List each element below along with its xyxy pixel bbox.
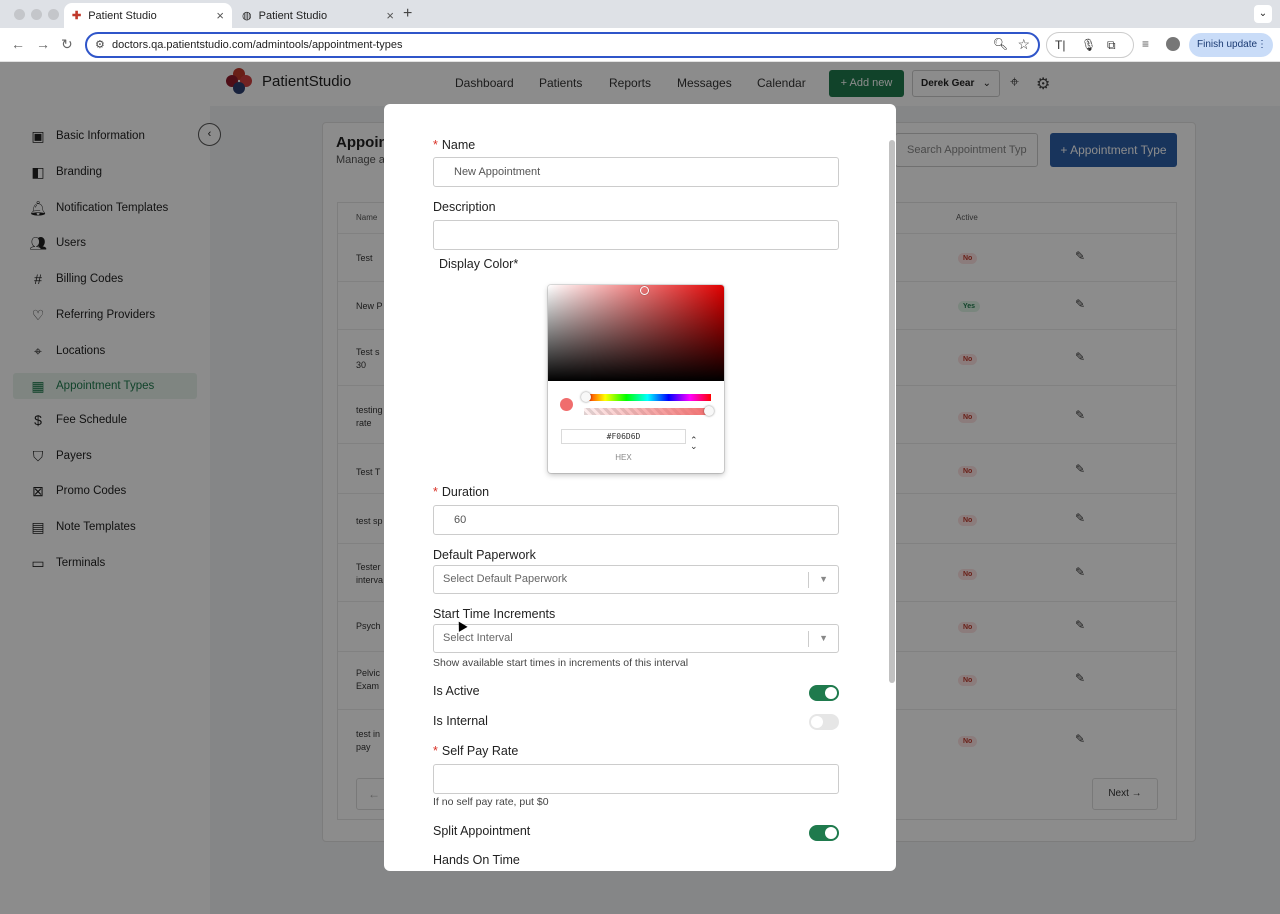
text-tool-icon[interactable]: T| — [1055, 38, 1065, 52]
hue-handle[interactable] — [581, 392, 591, 402]
start-time-increments-label: Start Time Increments — [433, 607, 556, 621]
browser-toolbar: ← → ↻ ⚙ doctors.qa.patientstudio.com/adm… — [0, 28, 1280, 62]
split-appointment-label: Split Appointment — [433, 824, 531, 838]
kebab-menu-icon[interactable]: ⋮ — [1257, 33, 1267, 57]
required-asterisk: * — [433, 485, 438, 499]
address-bar[interactable]: ⚙ doctors.qa.patientstudio.com/admintool… — [85, 32, 1040, 58]
dropdown-arrow-icon: ▼ — [819, 574, 828, 584]
window-close-button[interactable] — [14, 9, 25, 20]
toggle-knob — [825, 827, 837, 839]
hex-input[interactable]: #F06D6D — [561, 429, 686, 444]
dropdown-arrow-icon: ▼ — [819, 633, 828, 643]
extension-group: T| 🎙︎ ⧉ — [1046, 32, 1134, 58]
tab-close-icon[interactable]: × — [386, 8, 394, 23]
select-divider — [808, 572, 809, 588]
self-pay-label-text: Self Pay Rate — [441, 744, 519, 758]
window-minimize-button[interactable] — [31, 9, 42, 20]
reading-list-icon[interactable]: ≡ — [1142, 37, 1149, 51]
default-paperwork-label: Default Paperwork — [433, 548, 536, 562]
zoom-icon[interactable]: 🔍︎ — [993, 37, 1008, 51]
paperwork-placeholder: Select Default Paperwork — [443, 573, 568, 585]
saturation-handle[interactable] — [640, 286, 649, 295]
forward-icon[interactable]: → — [36, 36, 50, 52]
microphone-icon[interactable]: 🎙︎ — [1081, 38, 1096, 52]
profile-avatar[interactable] — [1166, 37, 1180, 51]
tab-title: Patient Studio — [258, 9, 328, 22]
required-asterisk: * — [433, 744, 438, 758]
select-divider — [808, 631, 809, 647]
hands-on-time-label: Hands On Time — [433, 853, 520, 867]
duration-label: * Duration — [433, 485, 489, 499]
increments-help-text: Show available start times in increments… — [433, 657, 689, 669]
tab-title: Patient Studio — [88, 9, 157, 22]
color-mode-toggle-icon[interactable]: ⌃ ⌄ — [690, 436, 698, 451]
duration-input[interactable]: 60 — [433, 505, 839, 535]
modal-scrollbar[interactable] — [889, 140, 895, 683]
color-swatch — [560, 398, 573, 411]
is-internal-label: Is Internal — [433, 714, 488, 728]
name-input[interactable]: New Appointment — [433, 157, 839, 187]
start-time-increments-select[interactable]: Select Interval ▼ — [433, 624, 839, 653]
finish-update-button[interactable]: Finish update ⋮ — [1189, 33, 1273, 57]
description-label: Description — [433, 200, 496, 214]
self-pay-rate-label: * Self Pay Rate — [433, 744, 518, 758]
required-asterisk: * — [433, 138, 438, 152]
name-label: * Name — [433, 138, 475, 152]
globe-icon: ◍ — [242, 10, 252, 22]
alpha-slider[interactable] — [584, 408, 711, 415]
toggle-knob — [811, 716, 823, 728]
browser-tab[interactable]: ◍ Patient Studio × — [234, 3, 402, 28]
window-zoom-button[interactable] — [48, 9, 59, 20]
reload-icon[interactable]: ↻ — [61, 36, 73, 53]
self-pay-rate-input[interactable] — [433, 764, 839, 794]
tab-search-button[interactable]: ⌄ — [1254, 5, 1272, 23]
saturation-area[interactable] — [548, 285, 724, 381]
increments-placeholder: Select Interval — [443, 632, 513, 644]
name-label-text: Name — [441, 138, 476, 152]
is-active-label: Is Active — [433, 684, 480, 698]
is-active-toggle[interactable] — [809, 685, 839, 701]
favicon-icon: ✚ — [72, 10, 82, 22]
hex-mode-label: HEX — [615, 453, 632, 462]
new-tab-button[interactable]: + — [403, 5, 412, 23]
toggle-knob — [825, 687, 837, 699]
site-settings-icon[interactable]: ⚙ — [95, 38, 105, 51]
tab-close-icon[interactable]: × — [216, 8, 224, 23]
split-appointment-toggle[interactable] — [809, 825, 839, 841]
alpha-handle[interactable] — [704, 406, 714, 416]
finish-update-label: Finish update — [1197, 39, 1258, 50]
extensions-icon[interactable]: ⧉ — [1107, 38, 1116, 53]
is-internal-toggle[interactable] — [809, 714, 839, 730]
hue-slider[interactable] — [584, 394, 711, 401]
back-icon[interactable]: ← — [11, 36, 25, 52]
description-input[interactable] — [433, 220, 839, 250]
browser-tab-active[interactable]: ✚ Patient Studio × — [64, 3, 232, 28]
default-paperwork-select[interactable]: Select Default Paperwork ▼ — [433, 565, 839, 594]
display-color-label: Display Color* — [439, 257, 519, 271]
bookmark-star-icon[interactable]: ☆ — [1017, 36, 1030, 53]
browser-tabstrip: ✚ Patient Studio × ◍ Patient Studio × + … — [0, 0, 1280, 28]
color-picker: #F06D6D HEX ⌃ ⌄ — [548, 285, 724, 473]
duration-label-text: Duration — [441, 485, 490, 499]
self-pay-help-text: If no self pay rate, put $0 — [433, 796, 549, 808]
url-text: doctors.qa.patientstudio.com/admintools/… — [112, 39, 403, 51]
